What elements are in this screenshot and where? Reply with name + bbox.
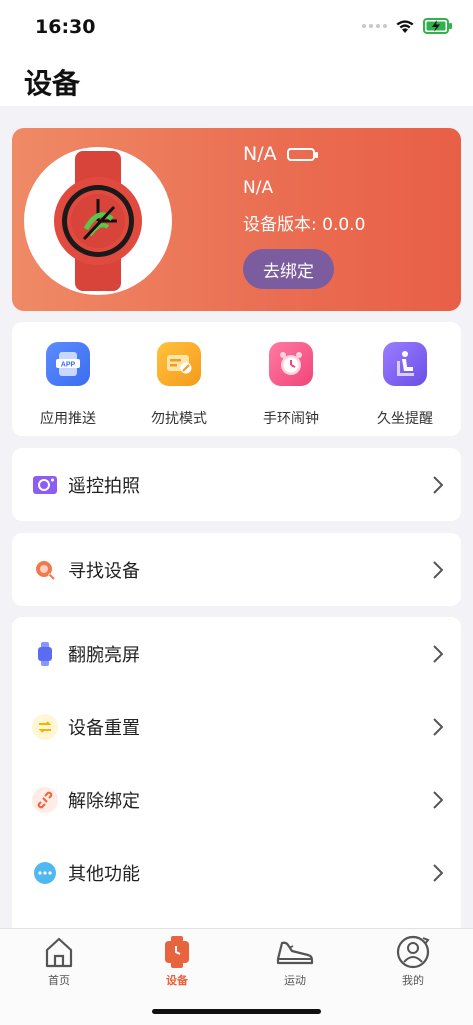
camera-icon (32, 472, 58, 498)
nav-header: 设备 (0, 56, 473, 106)
menu-item-device-reset[interactable]: 设备重置 (12, 690, 461, 763)
quick-actions: APP 应用推送 勿扰模式 手环闹钟 久坐提醒 (12, 322, 461, 436)
battery-charging-icon (423, 18, 452, 34)
shoe-icon (276, 941, 314, 965)
more-icon (32, 860, 58, 886)
device-tab-icon (165, 936, 189, 968)
quick-action-label: 久坐提醒 (377, 411, 433, 427)
tab-label: 我的 (402, 974, 424, 987)
quick-action-alarm[interactable]: 手环闹钟 (241, 342, 341, 428)
tab-device[interactable]: 设备 (118, 934, 236, 988)
chevron-right-icon (433, 863, 443, 882)
status-icons (362, 18, 453, 34)
menu-label: 遥控拍照 (68, 475, 140, 497)
chevron-right-icon (433, 475, 443, 494)
quick-action-label: 应用推送 (40, 411, 96, 427)
menu-label: 解除绑定 (68, 790, 140, 812)
device-battery-icon (286, 147, 318, 161)
chevron-right-icon (433, 560, 443, 579)
menu-item-other[interactable]: 其他功能 (12, 836, 461, 909)
tab-label: 运动 (284, 974, 306, 987)
menu-item-remote-photo[interactable]: 遥控拍照 (12, 448, 461, 521)
menu-item-find-device[interactable]: 寻找设备 (12, 533, 461, 606)
app-push-icon: APP (46, 342, 90, 386)
chevron-right-icon (433, 644, 443, 663)
quick-action-sedentary[interactable]: 久坐提醒 (355, 342, 455, 428)
device-status: N/A (243, 178, 274, 198)
device-card: N/A N/A 设备版本: 0.0.0 去绑定 (12, 128, 461, 311)
unlink-icon (32, 786, 58, 813)
watch-image (24, 147, 172, 295)
home-icon (45, 937, 73, 968)
tab-mine[interactable]: 我的 (354, 934, 472, 988)
find-device-icon (32, 557, 58, 583)
quick-action-dnd[interactable]: 勿扰模式 (129, 342, 229, 428)
menu-label: 设备重置 (68, 717, 140, 739)
bind-button[interactable]: 去绑定 (243, 249, 334, 289)
device-version: 设备版本: 0.0.0 (243, 215, 366, 235)
home-indicator[interactable] (152, 1009, 321, 1014)
status-time: 16:30 (35, 16, 96, 38)
profile-icon (396, 935, 430, 969)
sedentary-reminder-icon (383, 342, 427, 386)
chevron-right-icon (433, 790, 443, 809)
menu-item-wrist-bright[interactable]: 翻腕亮屏 (12, 617, 461, 690)
tab-label: 设备 (166, 974, 188, 987)
device-name: N/A (243, 143, 277, 165)
reset-icon (32, 713, 58, 740)
quick-action-label: 手环闹钟 (263, 411, 319, 427)
page-title: 设备 (24, 67, 81, 100)
svg-text:APP: APP (61, 362, 76, 369)
tab-label: 首页 (48, 974, 70, 987)
status-bar: 16:30 (0, 0, 473, 56)
watch-small-icon (32, 641, 58, 667)
tab-home[interactable]: 首页 (0, 934, 118, 988)
watch-icon (54, 151, 142, 291)
menu-label: 其他功能 (68, 863, 140, 885)
tab-sport[interactable]: 运动 (236, 934, 354, 988)
quick-action-app-push[interactable]: APP 应用推送 (18, 342, 118, 428)
chevron-right-icon (433, 717, 443, 736)
menu-card-remote-photo: 遥控拍照 (12, 448, 461, 521)
signal-dots-icon (362, 24, 387, 28)
menu-label: 寻找设备 (68, 560, 140, 582)
device-info: N/A N/A 设备版本: 0.0.0 去绑定 (243, 142, 365, 289)
menu-label: 翻腕亮屏 (68, 644, 140, 666)
alarm-clock-icon (269, 342, 313, 386)
menu-card-settings: 翻腕亮屏 设备重置 解除绑定 其他功能 (12, 617, 461, 928)
quick-action-label: 勿扰模式 (151, 411, 207, 427)
wifi-icon (396, 19, 414, 33)
do-not-disturb-icon (157, 342, 201, 386)
menu-card-find-device: 寻找设备 (12, 533, 461, 606)
menu-item-unbind[interactable]: 解除绑定 (12, 763, 461, 836)
